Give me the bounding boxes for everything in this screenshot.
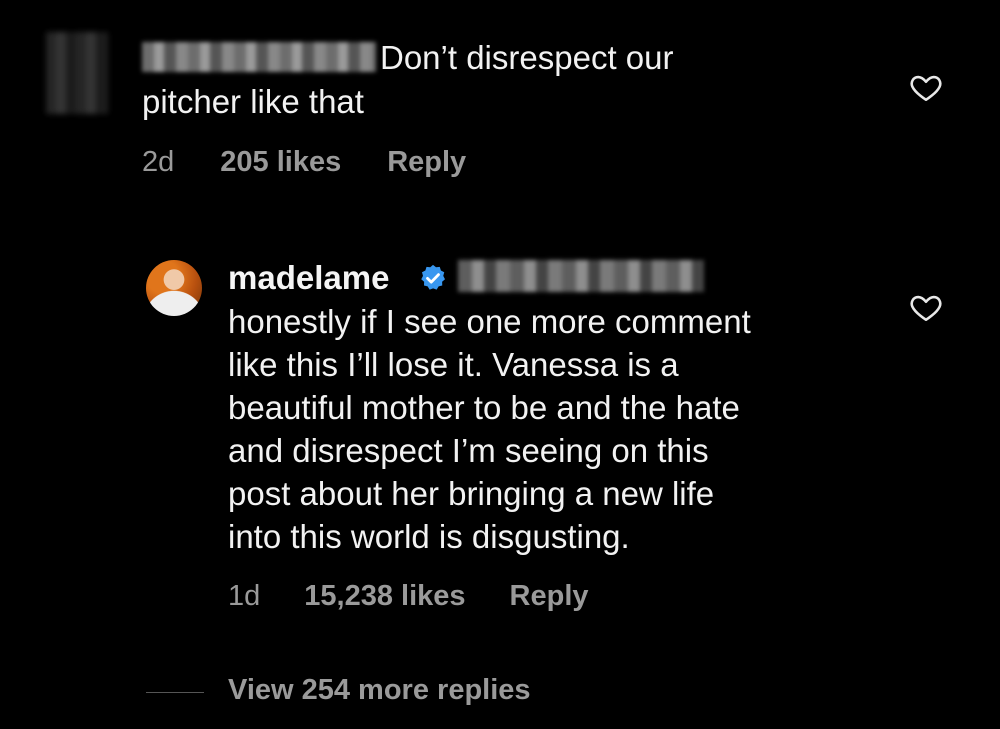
comment-time: 2d — [142, 146, 175, 178]
avatar-redacted[interactable] — [46, 32, 108, 114]
comment-text: honestly if I see one more comment like … — [228, 303, 751, 555]
comment-time: 1d — [228, 580, 261, 612]
mention-redacted[interactable] — [458, 260, 704, 292]
username[interactable]: madelame — [228, 256, 389, 300]
avatar[interactable] — [146, 260, 202, 316]
comment-text-line2: pitcher like that — [142, 83, 364, 120]
likes-count[interactable]: 205 likes — [220, 146, 341, 179]
likes-count[interactable]: 15,238 likes — [304, 580, 465, 613]
comment-meta: 1d 15,238 likes Reply — [228, 580, 589, 613]
heart-icon[interactable] — [908, 70, 944, 104]
comment-text: Don’t disrespect our pitcher like that — [142, 36, 842, 124]
verified-badge-icon — [421, 264, 445, 290]
divider-line — [146, 692, 204, 693]
reply-button[interactable]: Reply — [387, 146, 466, 179]
comment-meta: 2d 205 likes Reply — [142, 146, 466, 179]
comment-text-line1: Don’t disrespect our — [380, 39, 674, 76]
heart-icon[interactable] — [908, 290, 944, 324]
view-more-replies-label[interactable]: View 254 more replies — [228, 674, 531, 707]
reply-button[interactable]: Reply — [510, 580, 589, 613]
